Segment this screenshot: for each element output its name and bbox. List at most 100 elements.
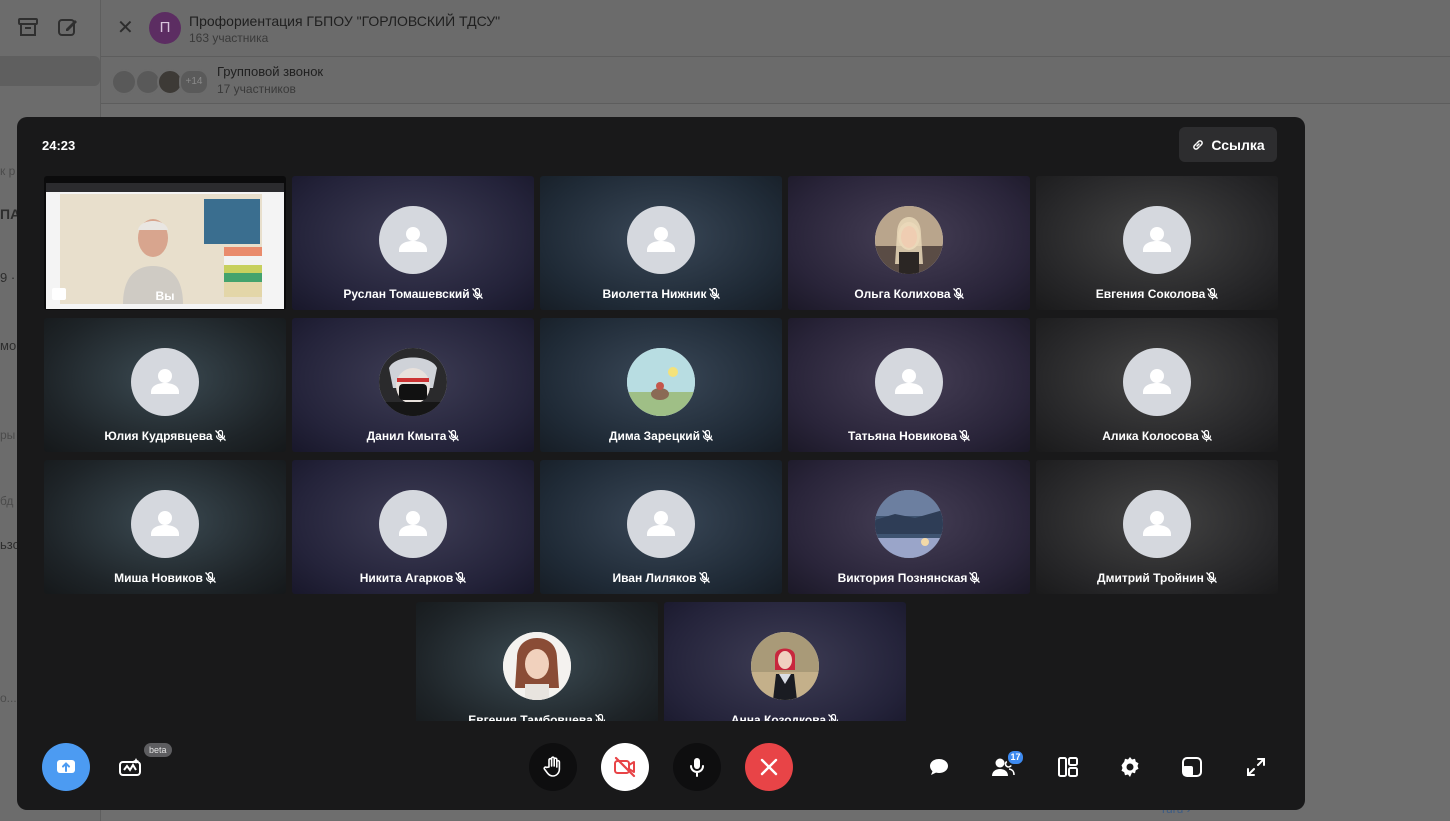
end-call-icon [760,758,778,776]
avatar-placeholder-icon [627,206,695,274]
chat-avatar: П [149,12,181,44]
avatar-placeholder-icon [1123,348,1191,416]
participant-tile[interactable]: Дмитрий Тройнин [1036,460,1278,594]
avatar-placeholder-icon [875,348,943,416]
call-bar-title: Групповой звонок [217,64,324,79]
call-bar-members: 17 участников [217,82,296,96]
pip-icon [1182,757,1202,777]
chat-button[interactable] [923,751,955,783]
settings-button[interactable] [1114,751,1146,783]
effects-button[interactable] [114,751,146,783]
camera-off-icon [614,756,636,778]
participant-name-label: Дима Зарецкий [609,429,700,443]
participant-tile[interactable]: Юлия Кудрявцева [44,318,286,452]
chat-header: ✕ П Профориентация ГБПОУ "ГОРЛОВСКИЙ ТДС… [101,0,1450,57]
participant-tile[interactable]: Татьяна Новикова [788,318,1030,452]
sidebar-fragment: бд [0,494,14,508]
mic-off-icon [214,430,226,442]
participant-name: Юлия Кудрявцева [44,429,286,443]
participant-tile[interactable]: Ольга Колихова [788,176,1030,310]
participant-name: Виолетта Нижник [540,287,782,301]
mic-off-icon [969,572,981,584]
participant-name-label: Иван Лиляков [612,571,697,585]
sidebar-fragment: 9 · [0,270,16,285]
screen-share-button[interactable] [42,743,90,791]
beta-badge: beta [144,743,172,757]
avatar-placeholder-icon [1123,490,1191,558]
settings-icon [1121,757,1139,777]
participant-name-label: Ольга Колихова [854,287,951,301]
participant-name: Евгения Соколова [1036,287,1278,301]
layout-icon [1058,757,1078,777]
participant-name-label: Татьяна Новикова [847,429,958,443]
avatar [111,69,137,95]
participant-name: Миша Новиков [44,571,286,585]
participant-tile[interactable]: Руслан Томашевский [292,176,534,310]
mic-off-icon [702,430,713,442]
avatar-placeholder-icon [379,490,447,558]
pip-button[interactable] [1176,751,1208,783]
end-call-button[interactable] [745,743,793,791]
mic-off-icon [594,714,605,721]
avatar [875,206,943,274]
fullscreen-button[interactable] [1240,751,1272,783]
participant-name-label: Миша Новиков [114,571,203,585]
microphone-button[interactable] [673,743,721,791]
participant-tile[interactable]: Иван Лиляков [540,460,782,594]
avatar [379,348,447,416]
mic-off-icon [1207,288,1219,300]
avatar [627,348,695,416]
participant-tile[interactable]: Никита Агарков [292,460,534,594]
participant-tile[interactable]: Евгения Тамбовцева [416,602,658,721]
archive-icon[interactable] [17,16,41,40]
participant-tile[interactable]: Данил Кмыта [292,318,534,452]
participant-tile[interactable]: Анна Козодкова [664,602,906,721]
mic-off-icon [204,572,216,584]
mic-icon [690,758,704,777]
participant-name: Евгения Тамбовцева [416,713,658,721]
participant-tile[interactable]: Алика Колосова [1036,318,1278,452]
compose-icon[interactable] [57,16,81,40]
avatar-placeholder-icon [131,348,199,416]
participant-name-label: Алика Колосова [1102,429,1199,443]
sidebar-fragment: к р [0,164,16,178]
mic-off-icon [455,572,467,584]
participant-name-label: Евгения Тамбовцева [468,713,593,721]
participant-tile[interactable]: Евгения Соколова [1036,176,1278,310]
participant-name: Данил Кмыта [292,429,534,443]
participant-name: Дима Зарецкий [540,429,782,443]
participant-tile[interactable]: Дима Зарецкий [540,318,782,452]
mic-off-icon [828,714,839,721]
mic-off-icon [1200,430,1212,442]
participant-tile[interactable]: Виктория Познянская [788,460,1030,594]
avatar-placeholder-icon [131,490,199,558]
participant-name: Руслан Томашевский [292,287,534,301]
avatar [875,490,943,558]
selected-chat-row[interactable] [0,56,100,86]
screen-share-icon [57,760,75,773]
raise-hand-icon [543,756,561,777]
participant-tile-self[interactable]: Вы [44,176,286,310]
mic-off-icon [471,288,483,300]
participant-tile[interactable]: Миша Новиков [44,460,286,594]
participant-name-label: Дмитрий Тройнин [1097,571,1204,585]
call-window: 24:23 Ссылка Вы Руслан Томашевский Виолетт… [17,117,1305,810]
participant-name-label: Евгения Соколова [1095,287,1206,301]
participant-tile[interactable]: Виолетта Нижник [540,176,782,310]
participant-name: Виктория Познянская [788,571,1030,585]
more-participants-count: +14 [179,69,209,95]
avatar [503,632,571,700]
participant-name-label: Руслан Томашевский [343,287,470,301]
participant-name: Вы [44,289,286,303]
participant-name-label: Виолетта Нижник [602,287,707,301]
mic-off-icon [952,288,964,300]
close-icon[interactable]: ✕ [117,18,134,38]
participant-name: Алика Колосова [1036,429,1278,443]
layout-button[interactable] [1052,751,1084,783]
participant-name: Татьяна Новикова [788,429,1030,443]
group-call-bar[interactable]: +14 Групповой звонок 17 участников [101,57,1450,104]
camera-toggle-button[interactable] [601,743,649,791]
sidebar-fragment: мо [0,338,17,353]
participants-grid: Вы Руслан Томашевский Виолетта Нижник Ольга… [17,117,1305,721]
raise-hand-button[interactable] [529,743,577,791]
